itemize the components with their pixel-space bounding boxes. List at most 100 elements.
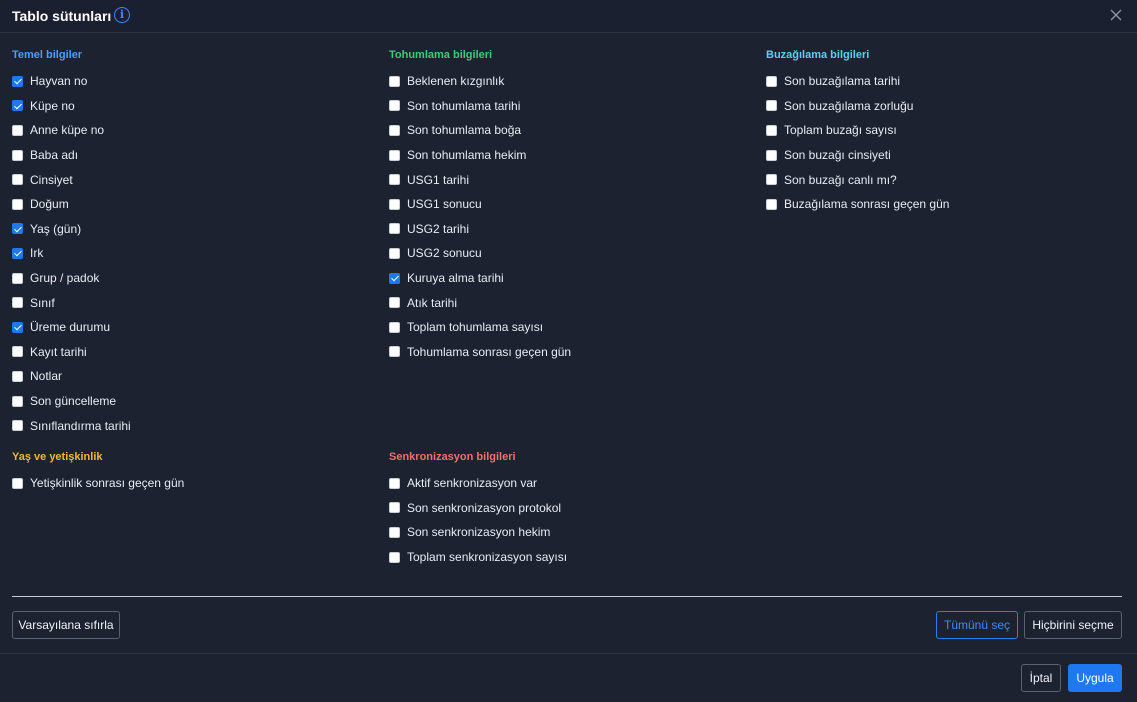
checkbox-unchecked[interactable] — [389, 75, 400, 87]
apply-button[interactable]: Uygula — [1068, 664, 1122, 692]
checkbox-row[interactable]: Kayıt tarihi — [12, 340, 372, 365]
checkbox-row[interactable]: Baba adı — [12, 143, 372, 168]
section-tohumlama-bilgileri: Tohumlama bilgileri Beklenen kızgınlık So… — [389, 48, 749, 364]
info-icon[interactable]: i — [114, 7, 130, 23]
checkbox-row[interactable]: Tohumlama sonrası geçen gün — [389, 340, 749, 365]
checkbox-unchecked[interactable] — [389, 223, 400, 235]
checkbox-unchecked[interactable] — [766, 198, 777, 210]
checkbox-unchecked[interactable] — [766, 124, 777, 136]
checkbox-label: Toplam tohumlama sayısı — [407, 320, 544, 335]
checkbox-label: Hayvan no — [30, 74, 88, 89]
checkbox-checked[interactable] — [12, 100, 23, 112]
checkbox-row[interactable]: Cinsiyet — [12, 167, 372, 192]
checkbox-unchecked[interactable] — [12, 124, 23, 136]
checkbox-unchecked[interactable] — [12, 198, 23, 210]
checkbox-row[interactable]: Buzağılama sonrası geçen gün — [766, 192, 1126, 217]
checkbox-unchecked[interactable] — [389, 198, 400, 210]
checkbox-row[interactable]: Aktif senkronizasyon var — [389, 471, 749, 496]
checkbox-row[interactable]: Son tohumlama tarihi — [389, 94, 749, 119]
checkbox-unchecked[interactable] — [12, 395, 23, 407]
checkbox-label: Son güncelleme — [30, 394, 117, 409]
checkbox-unchecked[interactable] — [12, 174, 23, 186]
checkbox-row[interactable]: Notlar — [12, 364, 372, 389]
checkbox-unchecked[interactable] — [389, 321, 400, 333]
table-columns-dialog: Tablo sütunları i Temel bilgiler Hayvan … — [0, 0, 1137, 702]
checkbox-row[interactable]: Toplam buzağı sayısı — [766, 118, 1126, 143]
checkbox-checked[interactable] — [12, 247, 23, 259]
checkbox-row[interactable]: Toplam tohumlama sayısı — [389, 315, 749, 340]
checkbox-unchecked[interactable] — [12, 149, 23, 161]
checkbox-row[interactable]: USG1 tarihi — [389, 167, 749, 192]
checkbox-row[interactable]: USG2 tarihi — [389, 217, 749, 242]
checkbox-unchecked[interactable] — [12, 297, 23, 309]
checkbox-label: Son buzağı canlı mı? — [784, 172, 897, 187]
checkbox-checked[interactable] — [389, 272, 400, 284]
checkbox-unchecked[interactable] — [389, 477, 400, 489]
section-yas-ve-yetiskinlik: Yaş ve yetişkinlik Yetişkinlik sonrası g… — [12, 450, 372, 496]
checkbox-row[interactable]: Kuruya alma tarihi — [389, 266, 749, 291]
checkbox-row[interactable]: Sınıflandırma tarihi — [12, 413, 372, 438]
checkbox-row[interactable]: Son senkronizasyon protokol — [389, 496, 749, 521]
reset-defaults-button[interactable]: Varsayılana sıfırla — [12, 611, 120, 639]
section-senkronizasyon-bilgileri: Senkronizasyon bilgileri Aktif senkroniz… — [389, 450, 749, 569]
checkbox-row[interactable]: Anne küpe no — [12, 118, 372, 143]
checkbox-row[interactable]: Son tohumlama boğa — [389, 118, 749, 143]
checkbox-label: Toplam senkronizasyon sayısı — [407, 550, 568, 565]
checkbox-unchecked[interactable] — [389, 346, 400, 358]
checkbox-label: Son buzağı cinsiyeti — [784, 148, 891, 163]
checkbox-row[interactable]: Grup / padok — [12, 266, 372, 291]
checkbox-row[interactable]: Üreme durumu — [12, 315, 372, 340]
checkbox-unchecked[interactable] — [389, 551, 400, 563]
checkbox-row[interactable]: USG2 sonucu — [389, 241, 749, 266]
checkbox-label: Notlar — [30, 369, 63, 384]
checkbox-row[interactable]: Beklenen kızgınlık — [389, 69, 749, 94]
checkbox-unchecked[interactable] — [766, 174, 777, 186]
checkbox-row[interactable]: Son buzağı canlı mı? — [766, 167, 1126, 192]
checkbox-unchecked[interactable] — [12, 420, 23, 432]
checkbox-row[interactable]: USG1 sonucu — [389, 192, 749, 217]
checkbox-unchecked[interactable] — [12, 346, 23, 358]
checkbox-label: Aktif senkronizasyon var — [407, 476, 538, 491]
checkbox-row[interactable]: Son buzağılama zorluğu — [766, 94, 1126, 119]
checkbox-checked[interactable] — [12, 75, 23, 87]
checkbox-unchecked[interactable] — [766, 100, 777, 112]
checkbox-unchecked[interactable] — [389, 526, 400, 538]
checkbox-checked[interactable] — [12, 223, 23, 235]
checkbox-row[interactable]: Doğum — [12, 192, 372, 217]
checkbox-unchecked[interactable] — [389, 149, 400, 161]
checkbox-label: Son tohumlama tarihi — [407, 98, 521, 113]
checkbox-unchecked[interactable] — [389, 100, 400, 112]
checkbox-row[interactable]: Son buzağı cinsiyeti — [766, 143, 1126, 168]
checkbox-row[interactable]: Toplam senkronizasyon sayısı — [389, 545, 749, 570]
checkbox-unchecked[interactable] — [389, 502, 400, 514]
checkbox-row[interactable]: Küpe no — [12, 94, 372, 119]
checkbox-row[interactable]: Son senkronizasyon hekim — [389, 520, 749, 545]
checkbox-row[interactable]: Sınıf — [12, 290, 372, 315]
checkbox-label: Sınıflandırma tarihi — [30, 418, 131, 433]
checkbox-row[interactable]: Irk — [12, 241, 372, 266]
checkbox-unchecked[interactable] — [766, 149, 777, 161]
checkbox-unchecked[interactable] — [389, 297, 400, 309]
checkbox-row[interactable]: Yaş (gün) — [12, 217, 372, 242]
checkbox-row[interactable]: Atık tarihi — [389, 290, 749, 315]
checkbox-unchecked[interactable] — [389, 174, 400, 186]
checkbox-unchecked[interactable] — [12, 477, 23, 489]
checkbox-unchecked[interactable] — [12, 370, 23, 382]
select-none-button[interactable]: Hiçbirini seçme — [1024, 611, 1122, 639]
checkbox-unchecked[interactable] — [389, 124, 400, 136]
checkbox-row[interactable]: Son tohumlama hekim — [389, 143, 749, 168]
checkbox-row[interactable]: Son güncelleme — [12, 389, 372, 414]
close-icon[interactable] — [1108, 7, 1124, 23]
cancel-button[interactable]: İptal — [1021, 664, 1061, 692]
select-all-button[interactable]: Tümünü seç — [936, 611, 1018, 639]
checkbox-row[interactable]: Son buzağılama tarihi — [766, 69, 1126, 94]
checkbox-row[interactable]: Yetişkinlik sonrası geçen gün — [12, 471, 372, 496]
section-buzagilama-bilgileri: Buzağılama bilgileri Son buzağılama tari… — [766, 48, 1126, 217]
checkbox-unchecked[interactable] — [389, 247, 400, 259]
checkbox-label: Yaş (gün) — [30, 221, 82, 236]
checkbox-row[interactable]: Hayvan no — [12, 69, 372, 94]
checkbox-checked[interactable] — [12, 321, 23, 333]
checkbox-unchecked[interactable] — [766, 75, 777, 87]
dialog-footer — [0, 653, 1137, 702]
checkbox-unchecked[interactable] — [12, 272, 23, 284]
